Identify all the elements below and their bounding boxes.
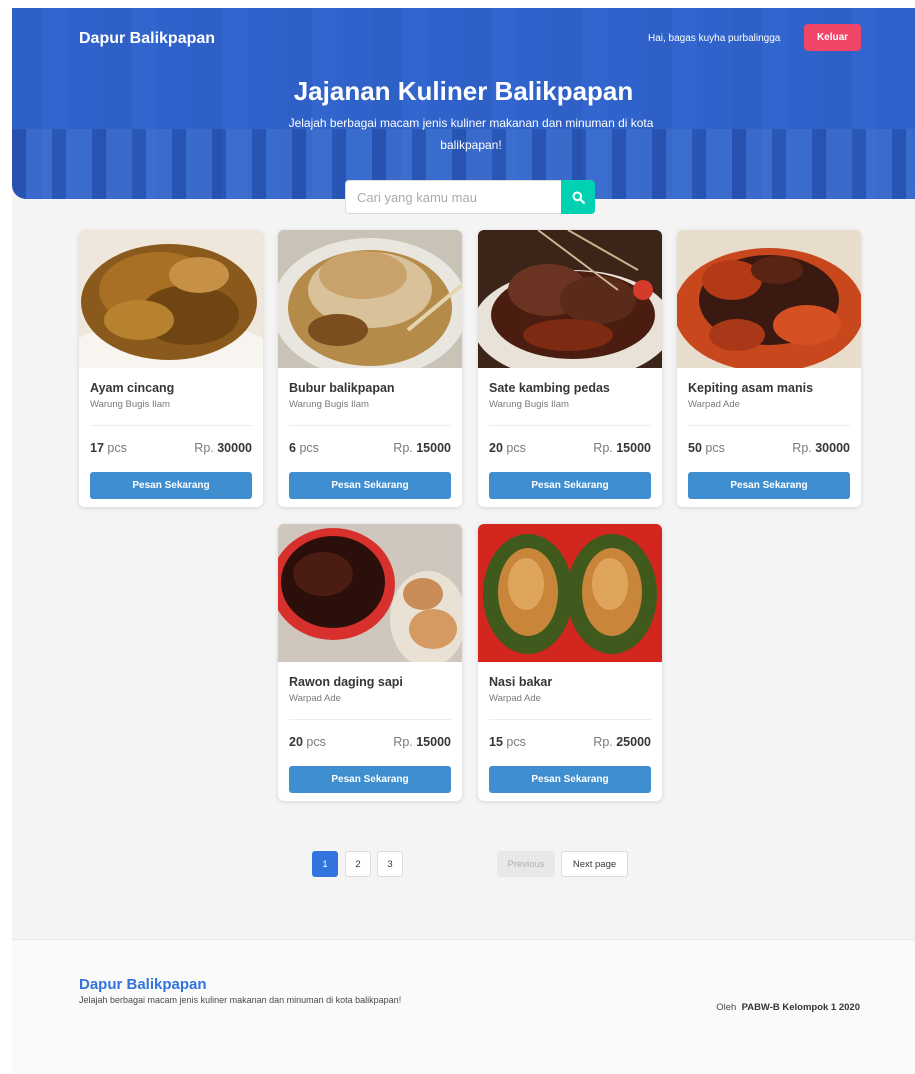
product-image xyxy=(278,230,462,368)
previous-page-button[interactable]: Previous xyxy=(497,851,555,877)
stock-unit: pcs xyxy=(506,735,526,749)
product-price: Rp. 30000 xyxy=(194,441,252,455)
credit-prefix: Oleh xyxy=(716,1002,737,1013)
card-divider xyxy=(489,719,651,720)
price-value: 30000 xyxy=(815,441,850,455)
product-stock: 20 pcs xyxy=(489,441,526,455)
product-price: Rp. 15000 xyxy=(593,441,651,455)
product-price: Rp. 25000 xyxy=(593,735,651,749)
price-value: 15000 xyxy=(416,735,451,749)
currency-label: Rp. xyxy=(393,441,413,455)
price-value: 25000 xyxy=(616,735,651,749)
product-image xyxy=(478,230,662,368)
hero-banner: Dapur Balikpapan Hai, bagas kuyha purbal… xyxy=(12,8,915,199)
stock-unit: pcs xyxy=(506,441,526,455)
product-card: Nasi bakar Warpad Ade 15 pcs Rp. 25000 P… xyxy=(478,524,662,801)
logout-button[interactable]: Keluar xyxy=(804,24,861,51)
product-name: Sate kambing pedas xyxy=(489,381,610,395)
product-shop: Warung Bugis Ilam xyxy=(289,399,369,410)
product-stock: 50 pcs xyxy=(688,441,725,455)
page-link-3[interactable]: 3 xyxy=(377,851,403,877)
order-button[interactable]: Pesan Sekarang xyxy=(688,472,850,499)
product-card: Bubur balikpapan Warung Bugis Ilam 6 pcs… xyxy=(278,230,462,507)
product-name: Nasi bakar xyxy=(489,675,553,689)
product-name: Ayam cincang xyxy=(90,381,175,395)
stock-count: 6 xyxy=(289,441,296,455)
stock-count: 17 xyxy=(90,441,104,455)
footer: Dapur Balikpapan Jelajah berbagai macam … xyxy=(12,939,915,1074)
product-price: Rp. 15000 xyxy=(393,441,451,455)
order-button[interactable]: Pesan Sekarang xyxy=(289,472,451,499)
search-bar: Cari yang kamu mau xyxy=(345,180,595,214)
product-stock: 17 pcs xyxy=(90,441,127,455)
page-link-2[interactable]: 2 xyxy=(345,851,371,877)
product-card: Rawon daging sapi Warpad Ade 20 pcs Rp. … xyxy=(278,524,462,801)
stock-count: 20 xyxy=(489,441,503,455)
product-shop: Warung Bugis Ilam xyxy=(489,399,569,410)
card-divider xyxy=(289,425,451,426)
currency-label: Rp. xyxy=(194,441,214,455)
product-shop: Warpad Ade xyxy=(688,399,740,410)
product-name: Rawon daging sapi xyxy=(289,675,403,689)
footer-description: Jelajah berbagai macam jenis kuliner mak… xyxy=(79,995,402,1005)
product-stock: 6 pcs xyxy=(289,441,319,455)
credit-author: PABW-B Kelompok 1 2020 xyxy=(741,1002,860,1013)
page: Dapur Balikpapan Hai, bagas kuyha purbal… xyxy=(12,8,915,1074)
product-stock: 20 pcs xyxy=(289,735,326,749)
product-shop: Warpad Ade xyxy=(489,693,541,704)
stock-unit: pcs xyxy=(299,441,319,455)
footer-credit: Oleh PABW-B Kelompok 1 2020 xyxy=(716,1002,860,1013)
hero-subtitle: Jelajah berbagai macam jenis kuliner mak… xyxy=(288,116,654,152)
product-shop: Warpad Ade xyxy=(289,693,341,704)
product-price: Rp. 15000 xyxy=(393,735,451,749)
price-value: 30000 xyxy=(217,441,252,455)
stock-unit: pcs xyxy=(107,441,127,455)
order-button[interactable]: Pesan Sekarang xyxy=(489,472,651,499)
stock-count: 50 xyxy=(688,441,702,455)
product-image xyxy=(478,524,662,662)
page-link-1[interactable]: 1 xyxy=(312,851,338,877)
search-button[interactable] xyxy=(561,180,595,214)
user-greeting: Hai, bagas kuyha purbalingga xyxy=(648,33,781,44)
currency-label: Rp. xyxy=(593,735,613,749)
stock-count: 15 xyxy=(489,735,503,749)
search-input[interactable]: Cari yang kamu mau xyxy=(345,180,561,214)
product-image xyxy=(677,230,861,368)
stock-count: 20 xyxy=(289,735,303,749)
card-divider xyxy=(289,719,451,720)
currency-label: Rp. xyxy=(792,441,812,455)
currency-label: Rp. xyxy=(593,441,613,455)
product-image xyxy=(278,524,462,662)
stock-unit: pcs xyxy=(705,441,725,455)
card-divider xyxy=(688,425,850,426)
order-button[interactable]: Pesan Sekarang xyxy=(289,766,451,793)
card-divider xyxy=(90,425,252,426)
price-value: 15000 xyxy=(616,441,651,455)
product-card: Kepiting asam manis Warpad Ade 50 pcs Rp… xyxy=(677,230,861,507)
search-icon xyxy=(572,191,585,204)
navbar-brand[interactable]: Dapur Balikpapan xyxy=(79,30,215,48)
product-name: Bubur balikpapan xyxy=(289,381,395,395)
product-card: Sate kambing pedas Warung Bugis Ilam 20 … xyxy=(478,230,662,507)
product-shop: Warung Bugis Ilam xyxy=(90,399,170,410)
price-value: 15000 xyxy=(416,441,451,455)
order-button[interactable]: Pesan Sekarang xyxy=(489,766,651,793)
currency-label: Rp. xyxy=(393,735,413,749)
stock-unit: pcs xyxy=(306,735,326,749)
product-stock: 15 pcs xyxy=(489,735,526,749)
hero-title: Jajanan Kuliner Balikpapan xyxy=(293,76,634,106)
product-card: Ayam cincang Warung Bugis Ilam 17 pcs Rp… xyxy=(79,230,263,507)
next-page-button[interactable]: Next page xyxy=(561,851,628,877)
product-name: Kepiting asam manis xyxy=(688,381,814,395)
footer-brand: Dapur Balikpapan xyxy=(79,976,207,993)
product-price: Rp. 30000 xyxy=(792,441,850,455)
order-button[interactable]: Pesan Sekarang xyxy=(90,472,252,499)
product-image xyxy=(79,230,263,368)
card-divider xyxy=(489,425,651,426)
